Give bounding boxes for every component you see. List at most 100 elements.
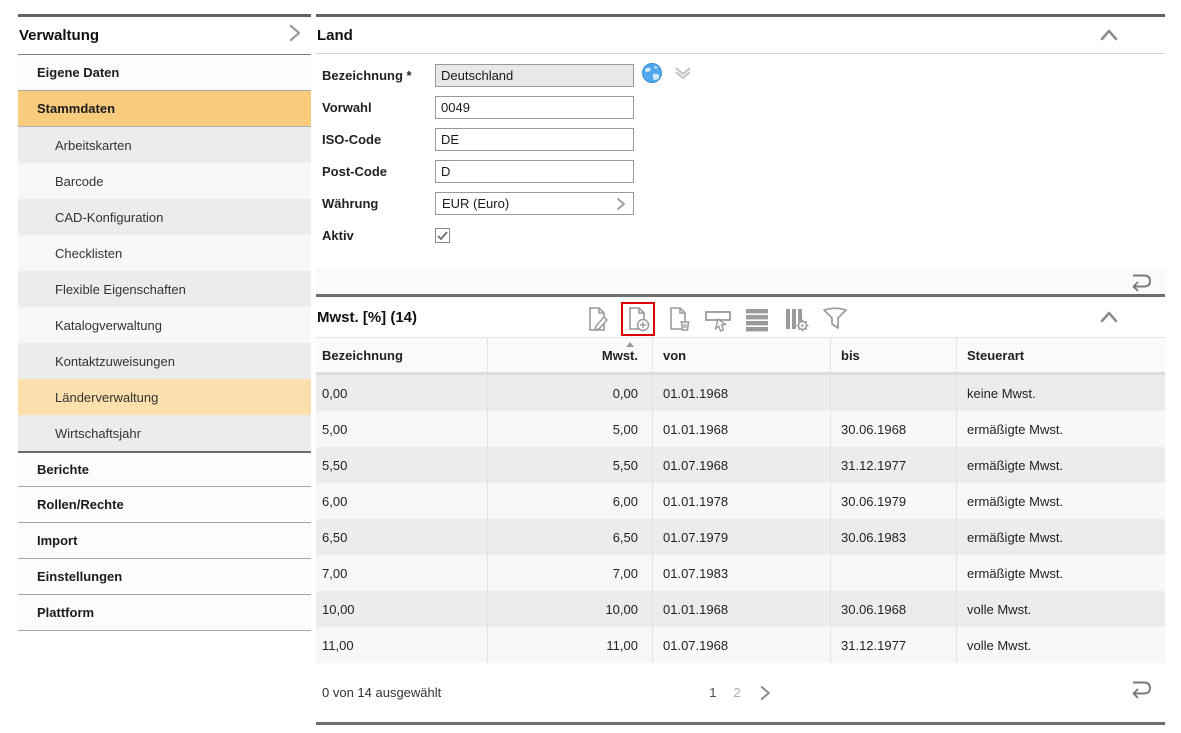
sidebar-item-berichte[interactable]: Berichte xyxy=(18,451,311,487)
cell-mwst: 6,00 xyxy=(487,483,652,519)
column-header-von[interactable]: von xyxy=(652,338,830,372)
mwst-panel: Mwst. [%] (14) xyxy=(316,297,1165,725)
cell-steuerart: ermäßigte Mwst. xyxy=(956,519,1165,555)
cell-bis: 30.06.1983 xyxy=(830,519,956,555)
table-row[interactable]: 6,00 6,00 01.01.1978 30.06.1979 ermäßigt… xyxy=(316,483,1165,519)
sidebar-item-kontaktzuweisungen[interactable]: Kontaktzuweisungen xyxy=(18,343,311,379)
waehrung-value: EUR (Euro) xyxy=(442,196,509,211)
sidebar-item-label: Barcode xyxy=(55,174,103,189)
sidebar-item-label: Eigene Daten xyxy=(37,65,119,80)
rows-icon[interactable] xyxy=(742,304,772,334)
land-panel-header: Land xyxy=(316,17,1165,54)
cell-bezeichnung: 11,00 xyxy=(316,627,487,663)
collapse-panel-icon[interactable] xyxy=(1098,26,1120,44)
cell-bezeichnung: 6,00 xyxy=(316,483,487,519)
sidebar-title: Verwaltung xyxy=(19,27,99,44)
return-icon[interactable] xyxy=(1125,677,1153,704)
table-row[interactable]: 10,00 10,00 01.01.1968 30.06.1968 volle … xyxy=(316,591,1165,627)
sidebar-header: Verwaltung xyxy=(18,17,311,55)
column-header-bezeichnung[interactable]: Bezeichnung xyxy=(316,338,487,372)
cell-mwst: 6,50 xyxy=(487,519,652,555)
page-button-1[interactable]: 1 xyxy=(709,685,716,700)
vorwahl-label: Vorwahl xyxy=(322,100,435,115)
cell-steuerart: keine Mwst. xyxy=(956,375,1165,411)
cell-von: 01.07.1968 xyxy=(652,627,830,663)
table-row[interactable]: 5,50 5,50 01.07.1968 31.12.1977 ermäßigt… xyxy=(316,447,1165,483)
sidebar-item-wirtschaftsjahr[interactable]: Wirtschaftsjahr xyxy=(18,415,311,451)
aktiv-label: Aktiv xyxy=(322,228,435,243)
sidebar-item-label: Wirtschaftsjahr xyxy=(55,426,141,441)
bezeichnung-field-icons xyxy=(641,62,694,89)
post-code-field[interactable] xyxy=(435,160,634,183)
cell-von: 01.01.1968 xyxy=(652,375,830,411)
add-document-icon[interactable] xyxy=(621,302,655,336)
sidebar-item-plattform[interactable]: Plattform xyxy=(18,595,311,631)
column-settings-icon[interactable] xyxy=(781,304,811,334)
column-header-bis[interactable]: bis xyxy=(830,338,956,372)
sidebar-item-label: Arbeitskarten xyxy=(55,138,132,153)
cell-bezeichnung: 7,00 xyxy=(316,555,487,591)
vorwahl-field[interactable] xyxy=(435,96,634,119)
table-row[interactable]: 7,00 7,00 01.07.1983 ermäßigte Mwst. xyxy=(316,555,1165,591)
iso-code-field[interactable] xyxy=(435,128,634,151)
cell-steuerart: volle Mwst. xyxy=(956,627,1165,663)
sidebar-item-katalogverwaltung[interactable]: Katalogverwaltung xyxy=(18,307,311,343)
mwst-panel-title: Mwst. [%] (14) xyxy=(316,309,417,326)
table-row[interactable]: 5,00 5,00 01.01.1968 30.06.1968 ermäßigt… xyxy=(316,411,1165,447)
column-header-mwst[interactable]: Mwst. xyxy=(487,338,652,372)
sidebar-item-arbeitskarten[interactable]: Arbeitskarten xyxy=(18,127,311,163)
iso-code-label: ISO-Code xyxy=(322,132,435,147)
next-page-icon[interactable] xyxy=(758,685,772,701)
cell-von: 01.01.1968 xyxy=(652,591,830,627)
cell-bis: 31.12.1977 xyxy=(830,627,956,663)
app-window: Verwaltung Eigene Daten Stammdaten Arbei… xyxy=(0,0,1181,733)
cell-bezeichnung: 5,50 xyxy=(316,447,487,483)
cell-bis: 30.06.1979 xyxy=(830,483,956,519)
sidebar-item-import[interactable]: Import xyxy=(18,523,311,559)
globe-icon[interactable] xyxy=(641,62,663,89)
sidebar-item-label: Checklisten xyxy=(55,246,122,261)
collapse-panel-icon[interactable] xyxy=(1098,308,1120,326)
cell-bis: 30.06.1968 xyxy=(830,411,956,447)
chevron-right-icon xyxy=(615,197,627,211)
sidebar-item-label: Import xyxy=(37,533,77,548)
filter-icon[interactable] xyxy=(820,304,850,334)
form-row-iso-code: ISO-Code xyxy=(322,128,1165,151)
sidebar-item-eigene-daten[interactable]: Eigene Daten xyxy=(18,55,311,91)
column-header-steuerart[interactable]: Steuerart xyxy=(956,338,1165,372)
cell-von: 01.01.1978 xyxy=(652,483,830,519)
form-row-post-code: Post-Code xyxy=(322,160,1165,183)
table-row[interactable]: 0,00 0,00 01.01.1968 keine Mwst. xyxy=(316,375,1165,411)
sidebar-item-laenderverwaltung[interactable]: Länderverwaltung xyxy=(18,379,311,415)
table-row[interactable]: 6,50 6,50 01.07.1979 30.06.1983 ermäßigt… xyxy=(316,519,1165,555)
waehrung-select[interactable]: EUR (Euro) xyxy=(435,192,634,215)
post-code-label: Post-Code xyxy=(322,164,435,179)
sidebar-item-flexible-eigenschaften[interactable]: Flexible Eigenschaften xyxy=(18,271,311,307)
sidebar-item-label: Katalogverwaltung xyxy=(55,318,162,333)
sidebar-item-einstellungen[interactable]: Einstellungen xyxy=(18,559,311,595)
return-icon[interactable] xyxy=(1125,270,1153,297)
cell-von: 01.01.1968 xyxy=(652,411,830,447)
sidebar-item-label: CAD-Konfiguration xyxy=(55,210,163,225)
sidebar-item-cad-konfiguration[interactable]: CAD-Konfiguration xyxy=(18,199,311,235)
edit-document-icon[interactable] xyxy=(582,304,612,334)
cell-bis xyxy=(830,375,956,411)
sidebar-item-checklisten[interactable]: Checklisten xyxy=(18,235,311,271)
sidebar-item-barcode[interactable]: Barcode xyxy=(18,163,311,199)
table-row[interactable]: 11,00 11,00 01.07.1968 31.12.1977 volle … xyxy=(316,627,1165,663)
sidebar-item-rollen-rechte[interactable]: Rollen/Rechte xyxy=(18,487,311,523)
page-button-2[interactable]: 2 xyxy=(734,685,741,700)
aktiv-checkbox[interactable] xyxy=(435,228,450,243)
column-header-label: Bezeichnung xyxy=(322,348,403,363)
select-row-icon[interactable] xyxy=(703,304,733,334)
cell-von: 01.07.1983 xyxy=(652,555,830,591)
cell-von: 01.07.1979 xyxy=(652,519,830,555)
chevron-right-icon[interactable] xyxy=(285,22,305,49)
bezeichnung-field[interactable] xyxy=(435,64,634,87)
sidebar-item-label: Flexible Eigenschaften xyxy=(55,282,186,297)
sidebar-item-label: Einstellungen xyxy=(37,569,122,584)
cell-steuerart: ermäßigte Mwst. xyxy=(956,447,1165,483)
sidebar-item-stammdaten[interactable]: Stammdaten xyxy=(18,91,311,127)
delete-document-icon[interactable] xyxy=(664,304,694,334)
chevron-double-down-icon[interactable] xyxy=(672,63,694,88)
